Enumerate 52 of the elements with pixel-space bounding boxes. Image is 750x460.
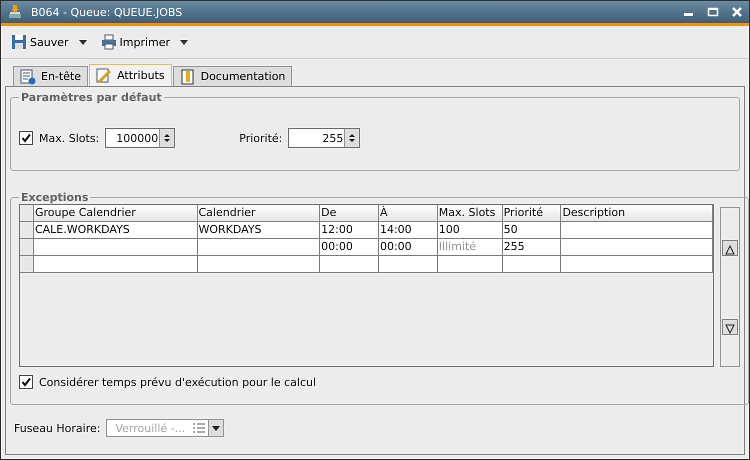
caret-icon[interactable]	[180, 40, 188, 44]
table-cell: 100	[438, 223, 460, 236]
table-cell: Illimité	[438, 240, 476, 253]
table-cell: 12:00	[321, 223, 353, 236]
maximize-icon[interactable]	[707, 6, 719, 18]
column-header[interactable]: Max. Slots	[438, 205, 503, 221]
section-title: Paramètres par défaut	[20, 91, 163, 104]
app-icon	[7, 4, 23, 20]
column-header[interactable]: De	[320, 205, 379, 221]
book-icon	[180, 68, 196, 84]
number-spinner[interactable]: 255	[288, 128, 360, 148]
list-icon	[193, 423, 206, 433]
tab[interactable]: En-tête	[13, 66, 88, 86]
row-header[interactable]	[20, 222, 34, 238]
field-label: Fuseau Horaire:	[14, 422, 100, 434]
table-row[interactable]: 00:00 00:00 Illimité 255	[20, 239, 713, 256]
checkbox[interactable]	[19, 131, 33, 145]
column-header[interactable]: Description	[561, 205, 713, 221]
table-cell: 00:00	[321, 240, 353, 253]
column-header[interactable]: Calendrier	[198, 205, 320, 221]
checkbox-label: Considérer temps prévu d'exécution pour le calcul	[39, 376, 316, 388]
move-down-button[interactable]	[722, 318, 738, 334]
table-cell: 14:00	[380, 223, 412, 236]
row-header[interactable]	[20, 239, 34, 255]
field-label: Max. Slots:	[39, 132, 100, 144]
move-up-button[interactable]	[722, 240, 738, 256]
table-cell: WORKDAYS	[198, 223, 262, 236]
table-cell: 255	[504, 240, 525, 253]
printer-icon	[100, 34, 116, 50]
column-header[interactable]: Groupe Calendrier	[34, 205, 198, 221]
row-header[interactable]	[20, 256, 34, 272]
checkbox[interactable]	[19, 375, 33, 389]
column-header[interactable]: Priorité	[502, 205, 562, 221]
toolbar-button[interactable]: Imprimer	[98, 32, 172, 52]
caret-icon	[212, 426, 220, 430]
tab[interactable]: Attributs	[89, 64, 172, 86]
pencil-document-icon	[96, 68, 112, 84]
window-title: B064 - Queue: QUEUE.JOBS	[31, 6, 182, 18]
section-title: Exceptions	[20, 191, 90, 204]
table-row[interactable]	[20, 256, 713, 273]
toolbar-button[interactable]: Sauver	[9, 32, 70, 52]
close-icon[interactable]	[731, 6, 743, 18]
document-info-icon	[20, 68, 36, 84]
tab[interactable]: Documentation	[172, 66, 292, 86]
field-label: Priorité:	[239, 132, 282, 144]
table-row[interactable]: CALE.WORKDAYS WORKDAYS 12:00 14:00 100 50	[20, 222, 713, 239]
number-spinner[interactable]: 100000	[105, 128, 176, 148]
column-header[interactable]: À	[378, 205, 438, 221]
caret-icon[interactable]	[78, 40, 86, 44]
table-cell: 50	[504, 223, 518, 236]
table-cell: 00:00	[380, 240, 412, 253]
table-cell: CALE.WORKDAYS	[34, 223, 130, 236]
